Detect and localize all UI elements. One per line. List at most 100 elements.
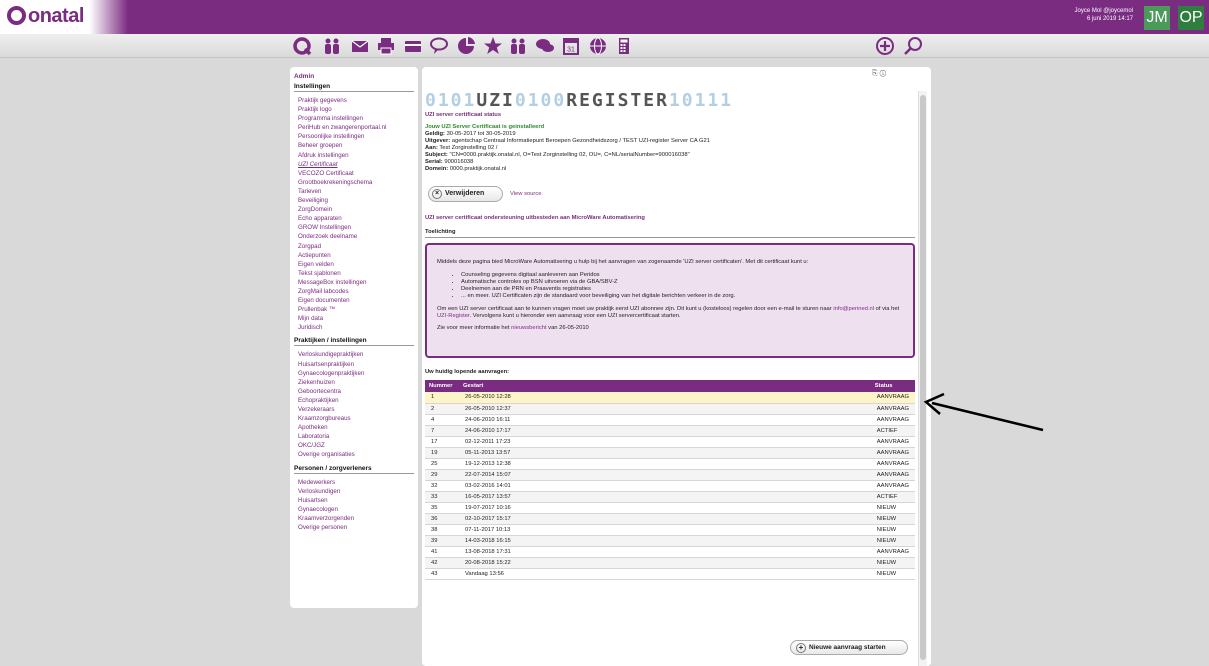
sidebar-item[interactable]: VECOZO Certificaat [294,169,414,178]
new-request-button[interactable]: + Nieuwe aanvraag starten [790,640,908,655]
email-link[interactable]: info@perined.nl [833,306,874,312]
sidebar-item[interactable]: Beheer groepen [294,141,414,150]
sidebar-item[interactable]: Verloskundigepraktijken [294,350,414,359]
view-source-link[interactable]: View source [510,191,541,198]
sidebar-item[interactable]: Ziekenhuizen [294,378,414,387]
table-row[interactable]: 33 16-05-2017 13:57 ACTIEF [425,491,915,503]
table-row[interactable]: 29 22-07-2014 15:07 AANVRAAG [425,469,915,481]
chart-icon[interactable] [456,36,476,56]
sidebar-item[interactable]: Gynaecologenpraktijken [294,369,414,378]
print-page-icon[interactable]: ⎘ [872,70,878,77]
sidebar-item[interactable]: Overige organisaties [294,450,414,459]
scrollbar[interactable] [918,91,927,666]
cell-status: AANVRAAG [870,403,915,415]
table-row[interactable]: 35 19-07-2017 10:16 NIEUW [425,502,915,514]
sidebar-item[interactable]: Actiepunten [294,251,414,260]
table-row[interactable]: 38 07-11-2017 10:13 NIEUW [425,524,915,536]
arrow-annotation [923,392,1044,432]
sidebar-item[interactable]: Verloskundigen [294,487,414,496]
people-icon[interactable] [322,36,342,56]
sidebar-item[interactable]: Geboortecentra [294,387,414,396]
calculator-icon[interactable] [614,36,634,56]
cell-gestart: Vandaag 13:56 [459,568,871,580]
sidebar-item[interactable]: Grootboekrekeningschema [294,178,414,187]
sidebar-item[interactable]: Kraamzorgbureaus [294,414,414,423]
user-jm-button[interactable]: JM [1144,6,1170,30]
sidebar-item[interactable]: Persoonlijke instellingen [294,132,414,141]
sidebar-item[interactable]: Mijn data [294,314,414,323]
sidebar-item[interactable]: ZorgDomein [294,205,414,214]
sidebar-item[interactable]: Praktijk gegevens [294,96,414,105]
header-status[interactable]: Status [870,380,915,392]
header-nummer[interactable]: Nummer [425,380,459,392]
sidebar-item[interactable]: Prullenbak ™ [294,305,414,314]
sidebar-item[interactable]: Beveiliging [294,196,414,205]
table-row[interactable]: 41 13-08-2018 17:31 AANVRAAG [425,546,915,558]
table-row[interactable]: 1 26-05-2010 12:28 AANVRAAG [425,392,915,404]
sidebar-item[interactable]: UZI Certificaat [294,160,414,169]
table-row[interactable]: 25 19-12-2013 12:38 AANVRAAG [425,458,915,470]
onatal-logo-icon[interactable] [292,36,312,56]
sidebar-item[interactable]: ZorgMail labcodes [294,287,414,296]
sidebar-item[interactable]: Apotheken [294,423,414,432]
sidebar-item[interactable]: Echopraktijken [294,396,414,405]
printer-icon[interactable] [376,36,396,56]
sidebar-item[interactable]: Huisartsen [294,496,414,505]
sidebar-item[interactable]: PeriHub en zwangerenportaal.nl [294,123,414,132]
sidebar-item[interactable]: Kraamverzorgenden [294,514,414,523]
sidebar-item[interactable]: Eigen velden [294,260,414,269]
table-row[interactable]: 2 26-05-2010 12:37 AANVRAAG [425,403,915,415]
table-row[interactable]: 43 Vandaag 13:56 NIEUW [425,568,915,580]
sidebar-item[interactable]: Programma instellingen [294,114,414,123]
sidebar-item[interactable]: Praktijk logo [294,105,414,114]
news-link[interactable]: nieuwsbericht [511,325,546,331]
header-gestart[interactable]: Gestart [459,380,871,392]
domein-row: Domein: 0000.praktijk.onatal.nl [425,166,915,173]
sidebar-item[interactable]: Zorgpad [294,242,414,251]
table-row[interactable]: 42 20-08-2018 15:22 NIEUW [425,557,915,569]
sidebar-item[interactable]: OKC/JGZ [294,441,414,450]
card-icon[interactable] [403,36,423,56]
sidebar-item[interactable]: Laboratoria [294,432,414,441]
sidebar-item[interactable]: Verzekeraars [294,405,414,414]
table-row[interactable]: 7 24-06-2010 17:17 ACTIEF [425,425,915,437]
table-row[interactable]: 4 24-06-2010 16:11 AANVRAAG [425,414,915,426]
banner-digits: 0100 [514,90,567,111]
table-row[interactable]: 36 02-10-2017 15:17 NIEUW [425,513,915,525]
table-row[interactable]: 17 02-12-2011 17:23 AANVRAAG [425,436,915,448]
info-bullet: Deelnemen aan de PRN en Praaventis regis… [461,286,903,293]
calendar-icon[interactable]: 31 [561,36,581,56]
sidebar-item[interactable]: Eigen documenten [294,296,414,305]
sidebar-item[interactable]: Juridisch [294,323,414,332]
mail-icon[interactable] [350,36,370,56]
user-op-button[interactable]: OP [1178,6,1204,30]
sidebar-item[interactable]: MessageBox instellingen [294,278,414,287]
sidebar-item[interactable]: Overige personen [294,523,414,532]
add-icon[interactable] [875,36,895,56]
comments-icon[interactable] [535,36,555,56]
info-text: . Vervolgens kunt u hieronder een aanvra… [469,313,681,319]
sidebar-item[interactable]: Huisartsenpraktijken [294,360,414,369]
sidebar-item[interactable]: GROW Instellingen [294,223,414,232]
sidebar-item[interactable]: Tarieven [294,187,414,196]
star-icon[interactable] [483,36,503,56]
globe-icon[interactable] [588,36,608,56]
sidebar-item[interactable]: Onderzoek deelname [294,232,414,241]
sidebar-item[interactable]: Echo apparaten [294,214,414,223]
table-row[interactable]: 19 05-11-2013 13:57 AANVRAAG [425,447,915,459]
sidebar-item[interactable]: Medewerkers [294,478,414,487]
group-icon[interactable] [508,36,528,56]
uzi-register-link[interactable]: UZI-Register [437,313,470,319]
sidebar-item[interactable]: Tekst sjablonen [294,269,414,278]
onatal-logo[interactable]: onatal [7,5,84,28]
info-icon[interactable]: ⓘ [880,70,887,77]
scrollbar-thumb[interactable] [920,95,926,660]
chat-icon[interactable] [429,36,449,56]
search-icon[interactable] [903,36,923,56]
sidebar-item[interactable]: Afdruk instellingen [294,151,414,160]
table-row[interactable]: 39 14-03-2018 16:15 NIEUW [425,535,915,547]
table-row[interactable]: 32 03-02-2016 14:01 AANVRAAG [425,480,915,492]
sidebar-item[interactable]: Gynaecologen [294,505,414,514]
aan-row: Aan: Test Zorginstelling 02 / [425,145,915,152]
remove-button[interactable]: × Verwijderen [428,186,503,202]
